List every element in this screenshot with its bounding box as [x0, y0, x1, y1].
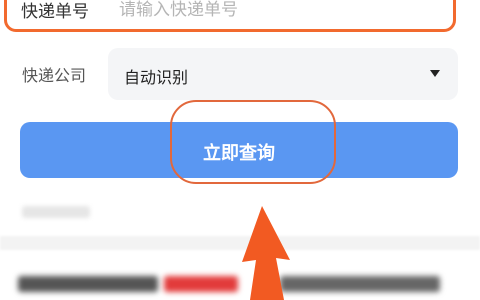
query-now-button[interactable]: 立即查询 — [20, 122, 458, 178]
blurred-text-segment — [18, 276, 158, 292]
query-now-label: 立即查询 — [203, 143, 275, 163]
tracking-number-label: 快递单号 — [21, 2, 89, 22]
courier-company-value: 自动识别 — [124, 68, 189, 87]
courier-company-label: 快递公司 — [22, 66, 87, 85]
tracking-number-input[interactable] — [117, 0, 451, 31]
caret-down-icon — [430, 70, 440, 77]
blurred-link-segment — [164, 276, 238, 292]
courier-company-select[interactable]: 自动识别 — [108, 48, 458, 100]
blurred-hint-text — [22, 206, 90, 218]
red-arrow-icon — [242, 206, 290, 300]
tracking-number-row: 快递单号 — [4, 0, 456, 32]
